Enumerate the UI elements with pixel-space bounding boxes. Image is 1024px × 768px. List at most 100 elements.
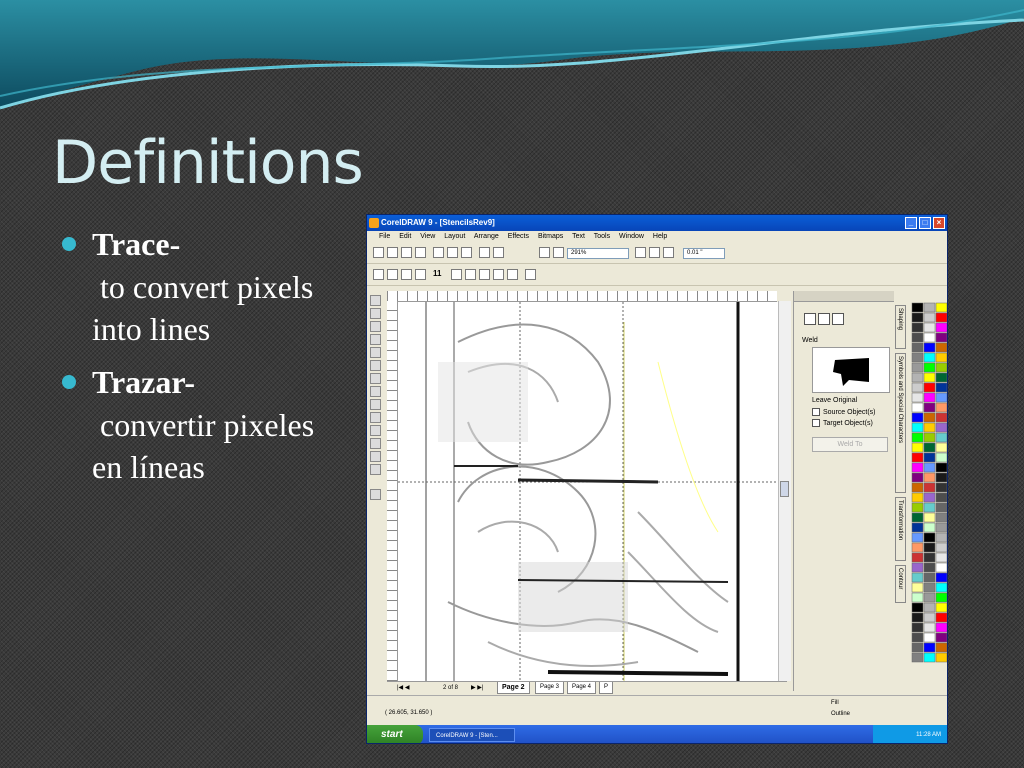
palette-swatch[interactable]	[935, 632, 947, 643]
palette-swatch[interactable]	[911, 422, 924, 433]
palette-swatch[interactable]	[911, 542, 924, 553]
palette-swatch[interactable]	[935, 532, 947, 543]
palette-swatch[interactable]	[923, 532, 936, 543]
palette-swatch[interactable]	[935, 512, 947, 523]
zoom-width-icon[interactable]	[493, 269, 504, 280]
palette-swatch[interactable]	[935, 562, 947, 573]
undo-icon[interactable]	[479, 247, 490, 258]
palette-swatch[interactable]	[923, 362, 936, 373]
target-objects-checkbox[interactable]: Target Object(s)	[812, 419, 873, 427]
open-icon[interactable]	[387, 247, 398, 258]
vertical-ruler[interactable]	[387, 301, 398, 681]
palette-swatch[interactable]	[935, 312, 947, 323]
new-icon[interactable]	[373, 247, 384, 258]
menu-window[interactable]: Window	[619, 233, 644, 240]
palette-swatch[interactable]	[923, 322, 936, 333]
source-objects-checkbox[interactable]: Source Object(s)	[812, 408, 876, 416]
page-next-last-arrows[interactable]: ▶ ▶|	[471, 682, 483, 694]
palette-swatch[interactable]	[935, 412, 947, 423]
palette-swatch[interactable]	[911, 412, 924, 423]
corel-online-icon[interactable]	[649, 247, 660, 258]
paste-icon[interactable]	[461, 247, 472, 258]
palette-swatch[interactable]	[935, 332, 947, 343]
palette-swatch[interactable]	[911, 392, 924, 403]
redo-icon[interactable]	[493, 247, 504, 258]
polygon-tool-icon[interactable]	[370, 373, 381, 384]
export-icon[interactable]	[553, 247, 564, 258]
transparency-tool-icon[interactable]	[370, 412, 381, 423]
zoom-previous-icon[interactable]	[525, 269, 536, 280]
docker-header[interactable]	[794, 291, 894, 302]
palette-swatch[interactable]	[911, 442, 924, 453]
palette-swatch[interactable]	[911, 452, 924, 463]
drawing-canvas[interactable]	[398, 302, 778, 682]
palette-swatch[interactable]	[923, 652, 936, 663]
docker-tab-transformation[interactable]: Transformation	[895, 497, 906, 561]
palette-swatch[interactable]	[911, 322, 924, 333]
eyedropper-tool-icon[interactable]	[370, 425, 381, 436]
palette-swatch[interactable]	[923, 522, 936, 533]
trim-mode-icon[interactable]	[818, 313, 830, 325]
palette-swatch[interactable]	[923, 442, 936, 453]
palette-swatch[interactable]	[923, 452, 936, 463]
zoom-level-select[interactable]: 291%	[567, 248, 629, 259]
palette-swatch[interactable]	[911, 572, 924, 583]
palette-swatch[interactable]	[923, 392, 936, 403]
palette-swatch[interactable]	[911, 462, 924, 473]
table-tool-icon[interactable]	[370, 489, 381, 500]
palette-swatch[interactable]	[911, 642, 924, 653]
palette-swatch[interactable]	[923, 572, 936, 583]
minimize-button[interactable]: _	[905, 217, 917, 229]
palette-swatch[interactable]	[935, 482, 947, 493]
palette-swatch[interactable]	[911, 602, 924, 613]
palette-swatch[interactable]	[935, 432, 947, 443]
palette-swatch[interactable]	[923, 622, 936, 633]
close-button[interactable]: ×	[933, 217, 945, 229]
palette-swatch[interactable]	[923, 642, 936, 653]
pick-tool-icon[interactable]	[370, 295, 381, 306]
palette-swatch[interactable]	[911, 632, 924, 643]
pan-icon[interactable]	[387, 269, 398, 280]
palette-swatch[interactable]	[923, 372, 936, 383]
palette-swatch[interactable]	[935, 352, 947, 363]
vertical-scrollbar[interactable]	[778, 301, 791, 681]
outline-tool-icon[interactable]	[370, 438, 381, 449]
scrollbar-thumb[interactable]	[780, 481, 789, 497]
menu-bitmaps[interactable]: Bitmaps	[538, 233, 563, 240]
menu-view[interactable]: View	[420, 233, 435, 240]
zoom-minus-icon[interactable]	[415, 269, 426, 280]
docker-tab-contour[interactable]: Contour	[895, 565, 906, 603]
palette-swatch[interactable]	[935, 572, 947, 583]
cut-icon[interactable]	[433, 247, 444, 258]
palette-swatch[interactable]	[911, 562, 924, 573]
menu-layout[interactable]: Layout	[444, 233, 465, 240]
ellipse-tool-icon[interactable]	[370, 360, 381, 371]
palette-swatch[interactable]	[911, 302, 924, 313]
palette-swatch[interactable]	[911, 652, 924, 663]
page-tab[interactable]: Page 2	[497, 682, 530, 694]
palette-swatch[interactable]	[935, 462, 947, 473]
rectangle-tool-icon[interactable]	[370, 347, 381, 358]
page-tab[interactable]: Page 4	[567, 682, 597, 694]
palette-swatch[interactable]	[923, 592, 936, 603]
palette-swatch[interactable]	[911, 482, 924, 493]
palette-swatch[interactable]	[935, 492, 947, 503]
palette-swatch[interactable]	[923, 422, 936, 433]
palette-swatch[interactable]	[935, 372, 947, 383]
palette-swatch[interactable]	[911, 502, 924, 513]
menu-edit[interactable]: Edit	[399, 233, 411, 240]
weld-to-button[interactable]: Weld To	[812, 437, 888, 452]
palette-swatch[interactable]	[923, 302, 936, 313]
palette-swatch[interactable]	[923, 512, 936, 523]
palette-swatch[interactable]	[911, 342, 924, 353]
palette-swatch[interactable]	[923, 312, 936, 323]
palette-swatch[interactable]	[923, 342, 936, 353]
menu-effects[interactable]: Effects	[508, 233, 529, 240]
palette-swatch[interactable]	[923, 562, 936, 573]
palette-swatch[interactable]	[911, 372, 924, 383]
palette-swatch[interactable]	[911, 592, 924, 603]
palette-swatch[interactable]	[911, 312, 924, 323]
menu-text[interactable]: Text	[572, 233, 585, 240]
palette-swatch[interactable]	[935, 602, 947, 613]
palette-swatch[interactable]	[911, 612, 924, 623]
